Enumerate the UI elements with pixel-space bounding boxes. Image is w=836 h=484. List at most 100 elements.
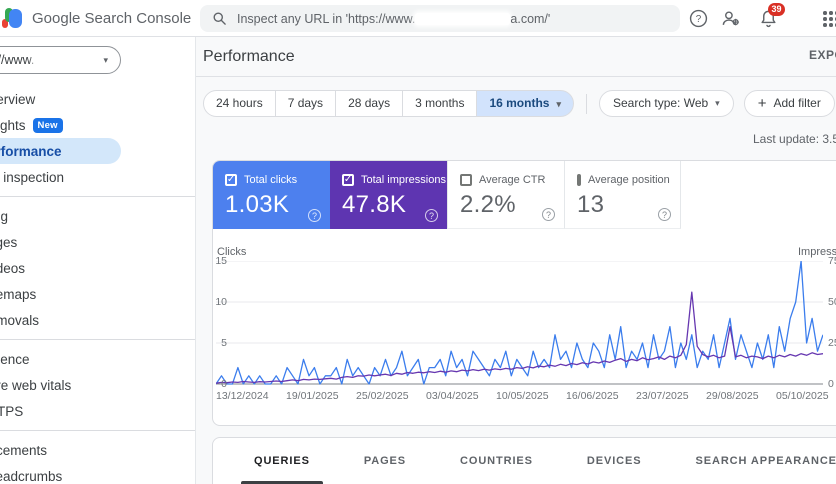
property-selector[interactable]: https://www. ▾ [0, 46, 121, 74]
divider [586, 93, 587, 114]
sidebar-item-label: Performance [0, 143, 62, 159]
sidebar-item-label: Videos [0, 260, 26, 276]
metric-label: Total clicks [244, 174, 298, 186]
sidebar-divider [0, 339, 195, 340]
range-button-16-months[interactable]: 16 months ▾ [476, 90, 574, 117]
page-title: Performance [203, 48, 295, 65]
help-icon[interactable]: ? [308, 209, 321, 222]
help-icon[interactable]: ? [542, 208, 555, 221]
metric-value: 1.03K [225, 191, 290, 218]
sidebar-item-label: Enhancements [0, 442, 48, 458]
tab-devices[interactable]: DEVICES [560, 438, 669, 484]
sidebar-item-url-inspection[interactable]: URL inspection [0, 164, 195, 190]
metric-card-total-clicks[interactable]: ✓ Total clicks 1.03K? [213, 161, 330, 229]
apps-grid-icon[interactable] [823, 11, 836, 30]
axis-tick-label: 5 [221, 337, 227, 349]
range-button-28-days[interactable]: 28 days [335, 90, 404, 117]
metric-value: 2.2% [460, 191, 516, 218]
search-icon [213, 12, 226, 25]
add-filter-label: Add filter [773, 96, 821, 110]
search-type-label: Search type: Web [613, 96, 709, 110]
sidebar-item-performance[interactable]: Performance [0, 138, 121, 164]
dimension-tabs: QUERIES PAGES COUNTRIES DEVICES SEARCH APPEA… [213, 438, 836, 484]
dimensions-panel: QUERIES PAGES COUNTRIES DEVICES SEARCH APPEA… [212, 437, 836, 484]
search-type-filter[interactable]: Search type: Web ▾ [599, 90, 734, 117]
sidebar-item-label: URL inspection [0, 169, 65, 185]
date-tick-label: 25/02/2025 [356, 390, 409, 402]
date-tick-label: 23/07/2025 [636, 390, 689, 402]
tab-search-appearance[interactable]: SEARCH APPEARANCE [669, 438, 836, 484]
range-button-24-hours[interactable]: 24 hours [203, 90, 276, 117]
help-icon[interactable]: ? [425, 209, 438, 222]
checked-checkbox-icon[interactable]: ✓ [342, 174, 354, 186]
sidebar-item-pages[interactable]: Pages [0, 229, 195, 255]
metric-card-average-position[interactable]: Average position 13? [564, 161, 681, 229]
unchecked-checkbox-icon[interactable] [577, 174, 581, 186]
filter-row: 24 hours 7 days 28 days 3 months 16 months ▾ … [203, 90, 836, 117]
tab-countries[interactable]: COUNTRIES [433, 438, 560, 484]
axis-tick-label: 15 [215, 255, 227, 267]
sidebar-item-label: HTTPS [0, 403, 24, 419]
redacted-domain [415, 12, 511, 25]
top-header: Google Search Console Inspect any URL in… [0, 0, 836, 37]
sidebar-divider [0, 430, 195, 431]
chevron-down-icon: ▾ [556, 99, 561, 109]
main-content: Performance EXPORT 24 hours7 days28 days… [196, 37, 836, 484]
date-tick-label: 05/10/2025 [776, 390, 829, 402]
sidebar-item-experience: Experience [0, 346, 195, 372]
tab-pages[interactable]: PAGES [337, 438, 433, 484]
url-inspect-search-input[interactable]: Inspect any URL in 'https://www. a.com/' [200, 5, 680, 32]
axis-tick-label: 0 [221, 378, 227, 390]
title-bar: Performance EXPORT [196, 37, 836, 77]
sidebar-nav: Overview Insights New Performance URL inspec… [0, 86, 195, 484]
app-title: Google Search Console [32, 10, 192, 27]
sidebar-item-label: Core web vitals [0, 377, 72, 393]
sidebar-item-videos[interactable]: Videos [0, 255, 195, 281]
performance-panel: ✓ Total clicks 1.03K? ✓ Total impressions 47.… [212, 160, 836, 426]
help-icon[interactable]: ? [658, 208, 671, 221]
sidebar-item-core-web-vitals[interactable]: Core web vitals [0, 372, 195, 398]
add-filter-button[interactable]: + Add filter [743, 90, 835, 117]
notifications-bell-icon[interactable]: 39 [759, 3, 785, 28]
metric-card-total-impressions[interactable]: ✓ Total impressions 47.8K? [330, 161, 447, 229]
chevron-down-icon: ▾ [103, 55, 108, 65]
sidebar-item-enhancements: Enhancements [0, 437, 195, 463]
svg-text:?: ? [696, 14, 702, 25]
sidebar-item-breadcrumbs[interactable]: Breadcrumbs [0, 463, 195, 484]
performance-chart[interactable] [216, 261, 823, 385]
chevron-down-icon: ▾ [715, 98, 720, 108]
sidebar-item-label: Indexing [0, 208, 9, 224]
tab-queries[interactable]: QUERIES [227, 438, 337, 484]
axis-tick-label: 250 [828, 337, 836, 349]
redacted-property-domain [34, 54, 81, 66]
sidebar-item-sitemaps[interactable]: Sitemaps [0, 281, 195, 307]
app-logo: Google Search Console [2, 8, 191, 29]
range-button-3-months[interactable]: 3 months [402, 90, 478, 117]
user-settings-icon[interactable] [721, 9, 740, 28]
unchecked-checkbox-icon[interactable] [460, 174, 472, 186]
export-button[interactable]: EXPORT [802, 47, 836, 62]
metric-label: Average CTR [479, 174, 546, 186]
sidebar-item-indexing: Indexing [0, 203, 195, 229]
property-url: https://www. [0, 53, 81, 67]
sidebar-item-https[interactable]: HTTPS [0, 398, 195, 424]
metric-card-average-ctr[interactable]: Average CTR 2.2%? [447, 161, 564, 229]
sidebar-item-label: Overview [0, 91, 36, 107]
date-tick-label: 19/01/2025 [286, 390, 339, 402]
last-update-text: Last update: 3.5 ho [753, 132, 836, 146]
help-icon[interactable]: ? [689, 9, 708, 28]
sidebar-item-insights[interactable]: Insights New [0, 112, 195, 138]
date-tick-label: 29/08/2025 [706, 390, 759, 402]
search-console-logo-icon [2, 8, 23, 29]
sidebar-item-removals[interactable]: Removals [0, 307, 195, 333]
metric-value: 13 [577, 191, 605, 218]
search-placeholder: Inspect any URL in 'https://www. a.com/' [237, 11, 551, 26]
axis-tick-label: 10 [215, 296, 227, 308]
checked-checkbox-icon[interactable]: ✓ [225, 174, 237, 186]
range-button-7-days[interactable]: 7 days [274, 90, 337, 117]
export-label: EXPORT [809, 47, 836, 62]
sidebar-item-overview[interactable]: Overview [0, 86, 195, 112]
sidebar-item-label: Breadcrumbs [0, 468, 63, 484]
notification-count-badge: 39 [768, 3, 785, 16]
sidebar-divider [0, 196, 195, 197]
